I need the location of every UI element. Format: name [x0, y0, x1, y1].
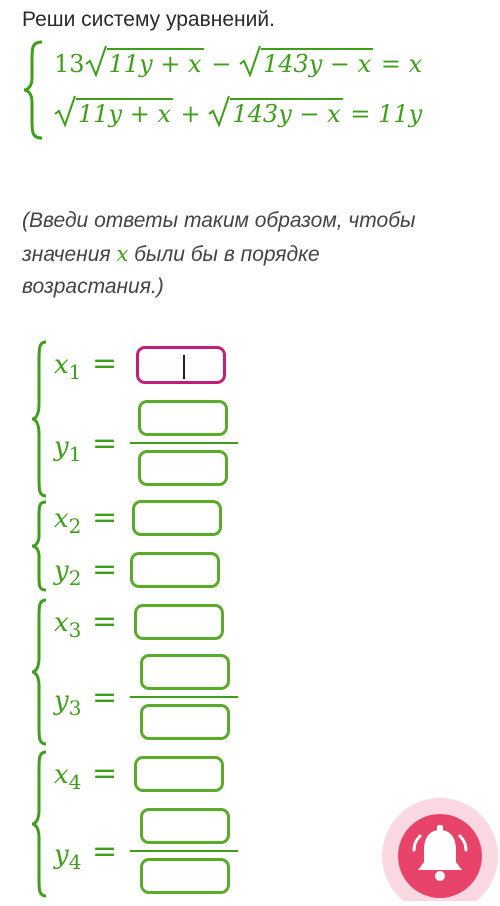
- answer-group-3: x3 = y3 =: [30, 598, 250, 746]
- answer-group-2: x2 = y2 =: [30, 500, 250, 592]
- y4-numerator-input[interactable]: [140, 808, 230, 844]
- x4-equals: =: [92, 756, 118, 791]
- y1-label: y1: [54, 432, 82, 466]
- system-brace: [23, 40, 43, 140]
- eq2-sqrt-2: 143y − x: [208, 95, 343, 128]
- x2-label: x2: [54, 504, 82, 538]
- y3-numerator-input[interactable]: [140, 654, 230, 690]
- y4-label: y4: [54, 840, 82, 874]
- y4-equals: =: [92, 834, 118, 869]
- x3-input[interactable]: [134, 604, 224, 640]
- answer-group-1: x1 = y1 =: [30, 340, 250, 498]
- answer-group-4: x4 = y4 =: [30, 750, 250, 898]
- y1-fraction-bar: [130, 442, 238, 444]
- notification-button[interactable]: [380, 790, 500, 906]
- equation-system: 13 11y + x − 143y − x = x 11y + x + 143y …: [22, 40, 482, 140]
- x1-input[interactable]: [136, 346, 226, 384]
- instruction-hint: (Введи ответы таким образом, чтобы значе…: [22, 205, 442, 304]
- group-3-brace: [31, 598, 47, 746]
- y3-equals: =: [92, 680, 118, 715]
- x1-equals: =: [92, 346, 118, 381]
- group-1-brace: [31, 340, 47, 498]
- y3-denominator-input[interactable]: [140, 704, 230, 740]
- group-2-brace: [31, 500, 47, 592]
- eq1-sqrt-1: 11y + x: [84, 45, 204, 78]
- y2-input[interactable]: [130, 552, 220, 588]
- x3-equals: =: [92, 604, 118, 639]
- x2-equals: =: [92, 500, 118, 535]
- eq2-radicand-2: 143y − x: [230, 98, 343, 128]
- x2-input[interactable]: [132, 500, 222, 536]
- eq1-coef: 13: [54, 50, 85, 78]
- eq1-operator: −: [211, 50, 232, 78]
- text-cursor: [183, 355, 185, 379]
- eq1-rhs: = x: [380, 50, 423, 78]
- y3-label: y3: [54, 686, 82, 720]
- equation-line-2: 11y + x + 143y − x = 11y: [54, 95, 423, 128]
- y1-denominator-input[interactable]: [138, 450, 228, 486]
- y2-label: y2: [54, 556, 82, 590]
- group-4-brace: [31, 750, 47, 898]
- eq2-sqrt-1: 11y + x: [54, 95, 173, 128]
- x4-label: x4: [54, 760, 82, 794]
- y2-equals: =: [92, 552, 118, 587]
- y1-equals: =: [92, 426, 118, 461]
- task-title: Реши систему уравнений.: [22, 8, 275, 31]
- bell-icon: [382, 798, 498, 906]
- eq1-sqrt-2: 143y − x: [239, 45, 374, 78]
- equation-line-1: 13 11y + x − 143y − x = x: [54, 45, 423, 78]
- x4-input[interactable]: [134, 756, 224, 792]
- y1-numerator-input[interactable]: [138, 400, 228, 436]
- eq2-operator: +: [180, 100, 201, 128]
- eq1-radicand-2: 143y − x: [260, 48, 374, 78]
- y3-fraction-bar: [130, 696, 238, 698]
- y4-denominator-input[interactable]: [140, 858, 230, 894]
- eq2-radicand-1: 11y + x: [76, 98, 173, 128]
- y4-fraction-bar: [130, 850, 238, 852]
- x3-label: x3: [54, 608, 82, 642]
- eq1-radicand-1: 11y + x: [106, 48, 204, 78]
- x1-label: x1: [54, 350, 82, 384]
- eq2-rhs: = 11y: [350, 100, 423, 128]
- hint-variable: x: [116, 241, 129, 266]
